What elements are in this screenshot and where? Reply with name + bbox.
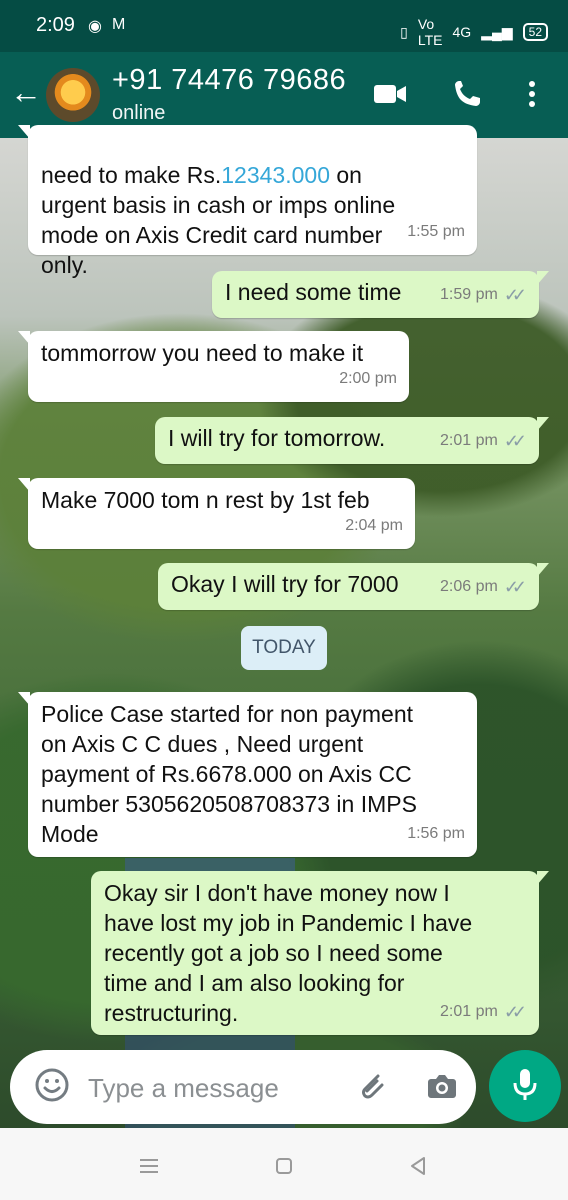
message-time: 1:56 pm bbox=[407, 825, 465, 842]
message-time: 2:00 pm bbox=[339, 370, 397, 387]
message-outgoing[interactable]: I will try for tomorrow. 2:01 pm ✓✓ bbox=[155, 417, 549, 464]
message-time: 1:55 pm bbox=[407, 223, 465, 240]
camera-icon[interactable] bbox=[424, 1068, 460, 1104]
message-text: Police Case started for non payment on A… bbox=[41, 701, 417, 847]
message-incoming[interactable]: Make 7000 tom n rest by 1st feb 2:04 pm bbox=[18, 478, 415, 549]
battery-icon: 52 bbox=[522, 23, 548, 41]
message-incoming[interactable]: Police Case started for non payment on A… bbox=[18, 692, 477, 857]
contact-status: online bbox=[112, 102, 166, 124]
system-navigation-bar bbox=[0, 1128, 568, 1200]
message-text: need to make Rs.12343.000 on urgent basi… bbox=[41, 162, 396, 278]
message-composer bbox=[10, 1050, 476, 1124]
message-time: 2:01 pm bbox=[440, 1003, 498, 1020]
microphone-button[interactable] bbox=[489, 1050, 561, 1122]
message-outgoing[interactable]: I need some time 1:59 pm ✓✓ bbox=[212, 271, 549, 318]
network-4g-label: 4G bbox=[452, 24, 472, 40]
message-outgoing[interactable]: Okay sir I don't have money now I have l… bbox=[91, 871, 549, 1035]
contact-avatar[interactable] bbox=[46, 68, 100, 122]
read-receipt-icon: ✓✓ bbox=[503, 285, 527, 305]
home-icon[interactable] bbox=[268, 1150, 300, 1182]
back-arrow-icon[interactable]: ← bbox=[10, 76, 42, 112]
message-link-text[interactable]: 12343.000 bbox=[221, 162, 330, 188]
back-nav-icon[interactable] bbox=[402, 1150, 434, 1182]
read-receipt-icon: ✓✓ bbox=[503, 1002, 527, 1022]
phone-call-icon[interactable] bbox=[447, 74, 487, 114]
microphone-icon bbox=[510, 1066, 540, 1107]
volte-label: Vo LTE bbox=[417, 16, 443, 48]
attachment-icon[interactable] bbox=[354, 1068, 390, 1104]
message-time: 2:01 pm bbox=[440, 432, 498, 449]
chrome-icon: ◉ bbox=[88, 18, 102, 35]
message-incoming[interactable]: need to make Rs.12343.000 on urgent basi… bbox=[18, 125, 477, 278]
recent-apps-icon[interactable] bbox=[133, 1150, 165, 1182]
message-time: 2:04 pm bbox=[345, 517, 403, 534]
message-time: 2:06 pm bbox=[440, 578, 498, 595]
read-receipt-icon: ✓✓ bbox=[503, 577, 527, 597]
status-time: 2:09 bbox=[36, 14, 75, 36]
message-meta: 2:01 pm ✓✓ bbox=[440, 997, 527, 1027]
vibrate-icon: ▯ bbox=[400, 23, 408, 40]
gmail-icon: M bbox=[111, 16, 126, 33]
message-meta: 2:06 pm ✓✓ bbox=[440, 572, 527, 602]
video-call-icon[interactable] bbox=[370, 74, 410, 114]
signal-icon: ▂▄▆ bbox=[481, 23, 513, 40]
status-bar: 2:09 ◉ M ▯ Vo LTE 4G ▂▄▆ 52 bbox=[0, 0, 568, 52]
emoji-icon[interactable] bbox=[34, 1067, 70, 1103]
message-input[interactable] bbox=[86, 1070, 350, 1106]
message-outgoing[interactable]: Okay I will try for 7000 2:06 pm ✓✓ bbox=[158, 563, 549, 610]
more-menu-icon[interactable] bbox=[512, 74, 552, 114]
message-meta: 1:56 pm bbox=[407, 819, 465, 849]
message-time: 1:59 pm bbox=[440, 286, 498, 303]
message-meta: 2:04 pm bbox=[345, 511, 403, 541]
contact-name[interactable]: +91 74476 79686 bbox=[112, 64, 346, 97]
status-system-icons: ▯ Vo LTE 4G ▂▄▆ 52 bbox=[400, 16, 548, 48]
message-meta: 2:00 pm bbox=[339, 364, 397, 394]
read-receipt-icon: ✓✓ bbox=[503, 431, 527, 451]
message-meta: 1:55 pm bbox=[407, 217, 465, 247]
message-meta: 1:59 pm ✓✓ bbox=[440, 280, 527, 310]
date-separator: TODAY bbox=[241, 626, 327, 670]
message-incoming[interactable]: tommorrow you need to make it 2:00 pm bbox=[18, 331, 409, 402]
status-notification-icons: ◉ M bbox=[88, 16, 125, 36]
message-meta: 2:01 pm ✓✓ bbox=[440, 426, 527, 456]
